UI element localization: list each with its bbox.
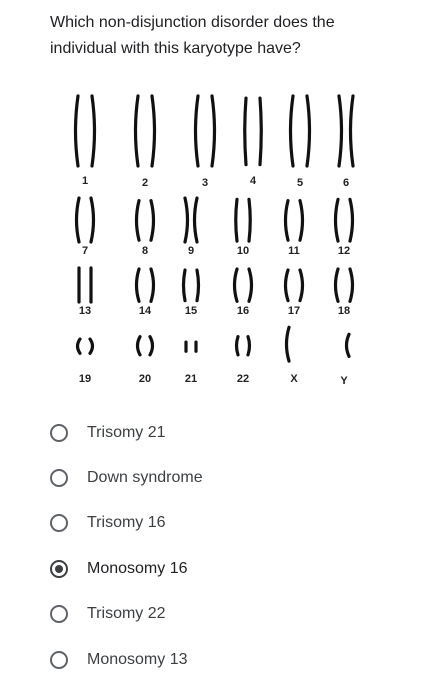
chromosome-label: 9: [188, 245, 194, 257]
radio-button[interactable]: [50, 423, 68, 442]
chromatid: [134, 199, 141, 242]
chromatid: [247, 197, 252, 243]
chromatid: [247, 267, 254, 303]
chromatid: [348, 197, 355, 243]
chromosome-label: 10: [237, 245, 249, 257]
chromatid: [283, 199, 290, 242]
chromosome-label: 5: [297, 177, 303, 189]
chromatid: [88, 337, 95, 355]
chromosome-label: 18: [338, 305, 350, 317]
chromatid: [150, 94, 157, 168]
chromatid: [284, 325, 291, 363]
chromosome-label: 7: [82, 245, 88, 257]
chromatid: [246, 335, 252, 357]
chromatid: [305, 94, 312, 168]
karyotype-figure: 1 2 3 4 5 67 8 9 10 11 1213 14 15 16 17 1819 20 21 22 X Y: [73, 94, 355, 387]
answer-options: Trisomy 21 Down syndrome Trisomy 16 Mono…: [50, 410, 410, 682]
chromatid: [258, 96, 263, 167]
chromosome-label: 1: [82, 175, 88, 187]
chromosome-label: 6: [343, 177, 349, 189]
option-label: Trisomy 21: [87, 423, 166, 441]
chromatid: [234, 335, 240, 357]
chromatid: [73, 94, 80, 168]
chromosome-label: 17: [288, 305, 300, 317]
option-label: Monosomy 16: [87, 559, 188, 577]
chromosome-label: 14: [139, 305, 152, 317]
chromatid: [135, 335, 142, 357]
chromatid: [333, 197, 340, 243]
chromatid: [195, 268, 201, 303]
chromosome-label: 2: [142, 177, 148, 189]
chromatid: [348, 94, 355, 168]
chromatid: [333, 267, 340, 303]
chromatid: [193, 94, 200, 168]
chromosome-label: 13: [79, 305, 91, 317]
chromatid: [234, 197, 239, 243]
chromosome-label: Y: [340, 375, 348, 387]
radio-button[interactable]: [50, 650, 68, 669]
chromatid: [298, 199, 305, 242]
chromatid: [89, 196, 96, 244]
radio-button[interactable]: [50, 605, 68, 624]
option-label: Trisomy 22: [87, 605, 166, 623]
chromosome-label: 12: [338, 245, 350, 257]
chromosome-label: 22: [237, 373, 249, 385]
chromatid: [298, 268, 305, 303]
chromosome-label: 8: [142, 245, 148, 257]
chromatid: [348, 267, 355, 303]
chromosome-label: X: [290, 373, 298, 385]
chromosome-label: 16: [237, 305, 249, 317]
chromatid: [149, 267, 156, 303]
radio-button[interactable]: [50, 514, 68, 533]
chromatid: [210, 94, 217, 168]
chromatid: [75, 337, 82, 355]
chromosome-label: 4: [250, 175, 257, 187]
option-monosomy-16[interactable]: Monosomy 16: [50, 546, 410, 591]
option-trisomy-21[interactable]: Trisomy 21: [50, 410, 410, 455]
chromosome-label: 21: [185, 373, 197, 385]
option-monosomy-13[interactable]: Monosomy 13: [50, 637, 410, 682]
chromatid: [243, 96, 248, 167]
chromatid: [344, 332, 351, 359]
chromatid: [283, 268, 290, 303]
chromatid: [149, 199, 156, 242]
karyotype-image: 1 2 3 4 5 6 7 8 9 10 11 12 13 14 15 16 17 18 19 20 21 22 X Y: [58, 92, 368, 398]
chromatid: [148, 335, 155, 357]
radio-button[interactable]: [50, 469, 68, 488]
chromosome-label: 19: [79, 373, 91, 385]
option-down-syndrome[interactable]: Down syndrome: [50, 455, 410, 500]
question-text: Which non-disjunction disorder does the …: [50, 14, 335, 57]
chromatid: [288, 94, 295, 168]
option-label: Down syndrome: [87, 469, 203, 487]
chromatid: [133, 94, 140, 168]
chromosome-label: 11: [288, 245, 300, 257]
chromatid: [134, 267, 141, 303]
chromosome-label: 3: [202, 177, 208, 189]
chromatid: [232, 267, 239, 303]
chromatid: [337, 94, 344, 168]
chromatid: [181, 268, 187, 303]
chromosome-label: 20: [139, 373, 151, 385]
option-trisomy-16[interactable]: Trisomy 16: [50, 501, 410, 546]
chromosome-label: 15: [185, 305, 197, 317]
chromatid: [192, 196, 199, 244]
option-label: Trisomy 16: [87, 514, 166, 532]
chromatid: [90, 94, 97, 168]
radio-button[interactable]: [50, 559, 68, 578]
chromosome-drawings: [73, 94, 355, 363]
option-trisomy-22[interactable]: Trisomy 22: [50, 592, 410, 637]
chromosome-labels: 1 2 3 4 5 67 8 9 10 11 1213 14 15 16 17 1819 20 21 22 X Y: [79, 175, 350, 387]
chromatid: [183, 196, 190, 244]
chromatid: [74, 196, 81, 244]
option-label: Monosomy 13: [87, 650, 188, 668]
